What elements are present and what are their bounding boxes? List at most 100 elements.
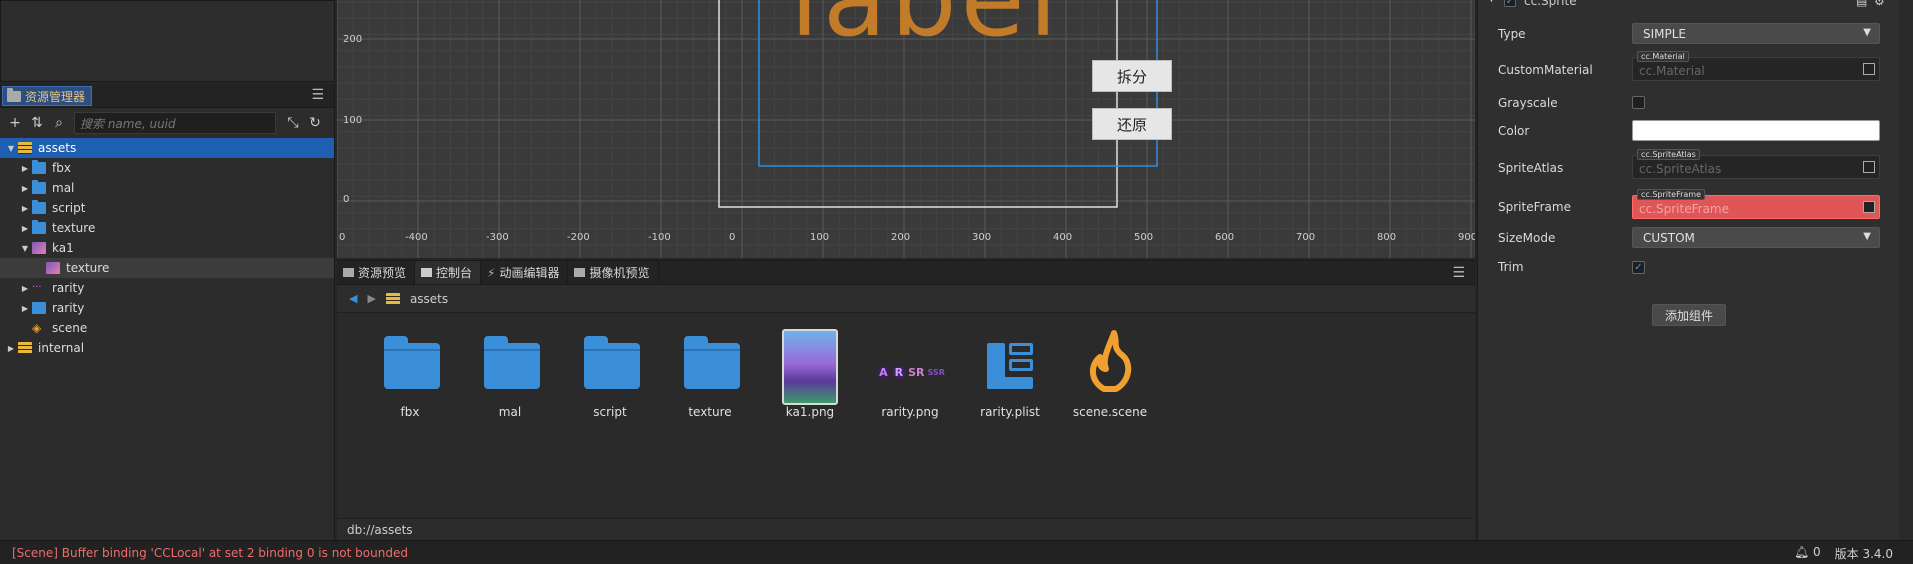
ruler-x-label: -100	[648, 232, 671, 243]
tree-item[interactable]: ▶ script	[0, 198, 334, 218]
custom-material-field[interactable]: cc.Material cc.Material	[1632, 51, 1880, 81]
notification-count: 0	[1813, 545, 1821, 559]
collapse-arrow-icon[interactable]: ▶	[18, 304, 32, 313]
component-header[interactable]: ▼ ✓ cc.Sprite ▤ ⚙	[1478, 0, 1900, 12]
asset-item[interactable]: A R SR SSR rarity.png	[865, 329, 955, 419]
scene-label-node[interactable]: label	[790, 0, 1062, 60]
add-component-button[interactable]: 添加组件	[1652, 304, 1726, 326]
tab-animation-editor[interactable]: ⚡ 动画编辑器	[481, 261, 569, 284]
scene-fire-icon: ◈	[32, 321, 42, 335]
asset-item-name: script	[593, 405, 627, 419]
ruler-y-label: 100	[343, 115, 362, 126]
tree-item[interactable]: ▶ internal	[0, 338, 334, 358]
tab-assets-label: 资源管理器	[25, 89, 86, 104]
asset-item-name: mal	[498, 405, 522, 419]
tree-item[interactable]: ◈ scene	[0, 318, 334, 338]
asset-item[interactable]: mal	[465, 329, 555, 419]
size-mode-select[interactable]: CUSTOM ▼	[1632, 227, 1880, 248]
asset-item[interactable]: ka1.png	[765, 329, 855, 419]
trim-checkbox[interactable]: ✓	[1632, 261, 1645, 274]
scene-view[interactable]: 200 100 0 0 -400 -300 -200 -100 0 100 200 300 400 500…	[337, 0, 1475, 258]
tree-item[interactable]: ▶ ··· rarity	[0, 278, 334, 298]
size-mode-value: CUSTOM	[1643, 231, 1695, 245]
restore-button[interactable]: 还原	[1092, 108, 1172, 140]
docs-icon[interactable]: ▤	[1856, 0, 1867, 8]
asset-item[interactable]: scene.scene	[1065, 329, 1155, 419]
tree-item[interactable]: texture	[0, 258, 334, 278]
collapse-icon[interactable]: ⤡	[284, 115, 302, 131]
collapse-arrow-icon[interactable]: ▶	[18, 164, 32, 173]
asset-item[interactable]: rarity.plist	[965, 329, 1055, 419]
collapse-arrow-icon[interactable]: ▶	[18, 224, 32, 233]
notification-indicator[interactable]: 🔔︎ 0	[1794, 545, 1821, 562]
asset-item-name: scene.scene	[1072, 405, 1148, 419]
tab-console[interactable]: 控制台	[415, 261, 482, 284]
database-icon	[385, 292, 400, 305]
tab-label: 动画编辑器	[499, 266, 560, 280]
grayscale-checkbox[interactable]	[1632, 96, 1645, 109]
panel-menu-icon[interactable]: ☰	[311, 87, 324, 103]
ruler-x-label: -200	[567, 232, 590, 243]
tree-item-label: ka1	[52, 241, 74, 255]
type-select[interactable]: SIMPLE ▼	[1632, 23, 1880, 44]
asset-item[interactable]: fbx	[365, 329, 455, 419]
ruler-x-label: -400	[405, 232, 428, 243]
ruler-x-label: 200	[891, 232, 910, 243]
back-icon[interactable]: ◀	[349, 292, 357, 305]
tree-item-label: rarity	[52, 301, 85, 315]
tab-label: 控制台	[436, 266, 473, 280]
tree-item[interactable]: ▶ texture	[0, 218, 334, 238]
tab-camera-preview[interactable]: 摄像机预览	[568, 261, 659, 284]
image-icon	[32, 242, 46, 254]
folder-icon	[678, 329, 742, 393]
asset-picker-icon[interactable]	[1863, 161, 1875, 173]
sprite-frame-label: SpriteFrame	[1498, 200, 1571, 214]
console-error-message[interactable]: [Scene] Buffer binding 'CCLocal' at set …	[12, 546, 408, 560]
type-value: SIMPLE	[1643, 27, 1687, 41]
folder-icon	[578, 329, 642, 393]
tree-item[interactable]: ▶ mal	[0, 178, 334, 198]
collapse-arrow-icon[interactable]: ▶	[18, 284, 32, 293]
folder-icon	[32, 220, 46, 234]
component-enabled-checkbox[interactable]: ✓	[1504, 0, 1516, 7]
expand-arrow-icon[interactable]: ▼	[4, 144, 18, 153]
asset-item[interactable]: script	[565, 329, 655, 419]
expand-arrow-icon[interactable]: ▼	[18, 244, 32, 253]
refresh-icon[interactable]: ↻	[306, 115, 324, 131]
tree-item[interactable]: ▼ assets	[0, 138, 334, 158]
inspector-scrollbar[interactable]	[1899, 0, 1913, 540]
gear-icon[interactable]: ⚙	[1874, 0, 1885, 8]
asset-picker-icon[interactable]	[1863, 63, 1875, 75]
ruler-x-label: 0	[729, 232, 735, 243]
split-button[interactable]: 拆分	[1092, 60, 1172, 92]
tree-item[interactable]: ▼ ka1	[0, 238, 334, 258]
panel-menu-icon[interactable]: ☰	[1452, 265, 1465, 281]
folder-icon	[343, 268, 354, 277]
collapse-arrow-icon[interactable]: ▶	[18, 184, 32, 193]
ruler-x-label: 500	[1134, 232, 1153, 243]
asset-tree: ▼ assets ▶ fbx ▶ mal ▶ script ▶ texture ▼ ka1 textur…	[0, 138, 334, 358]
collapse-arrow-icon[interactable]: ▼	[1488, 0, 1495, 4]
tab-assets[interactable]: 资源管理器	[2, 86, 93, 106]
asset-item-name: rarity.png	[881, 405, 939, 419]
tree-item[interactable]: ▶ fbx	[0, 158, 334, 178]
collapse-arrow-icon[interactable]: ▶	[4, 344, 18, 353]
color-picker[interactable]	[1632, 120, 1880, 141]
sprite-atlas-field[interactable]: cc.SpriteAtlas cc.SpriteAtlas	[1632, 149, 1880, 179]
sprite-atlas-label: SpriteAtlas	[1498, 161, 1564, 175]
add-asset-button[interactable]: +	[6, 115, 24, 131]
search-input[interactable]: 搜索 name, uuid	[74, 112, 276, 134]
search-filter-icon[interactable]: ⌕	[50, 115, 68, 131]
tab-asset-preview[interactable]: 资源预览	[337, 261, 416, 284]
sort-icon[interactable]: ⇅	[28, 115, 46, 131]
forward-icon[interactable]: ▶	[367, 292, 375, 305]
asset-picker-icon[interactable]	[1863, 201, 1875, 213]
asset-item[interactable]: texture	[665, 329, 755, 419]
image-thumbnail	[778, 329, 842, 405]
collapse-arrow-icon[interactable]: ▶	[18, 204, 32, 213]
tree-item[interactable]: ▶ rarity	[0, 298, 334, 318]
texture-icon	[46, 262, 60, 274]
assets-tabbar: 资源管理器 ☰	[0, 84, 334, 108]
breadcrumb-item[interactable]: assets	[410, 292, 448, 306]
sprite-frame-field[interactable]: cc.SpriteFrame cc.SpriteFrame	[1632, 189, 1880, 219]
